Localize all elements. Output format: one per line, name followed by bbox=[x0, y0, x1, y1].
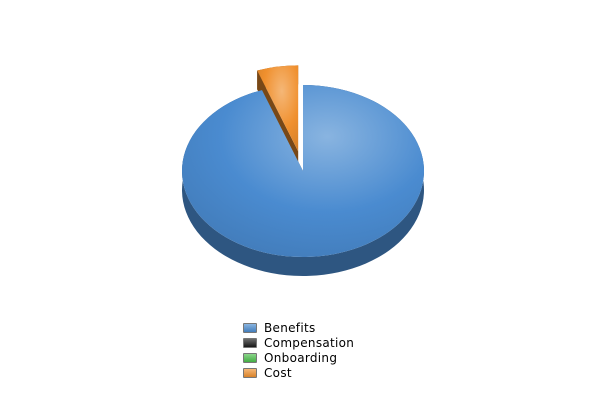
pie-slice-benefits bbox=[181, 85, 424, 257]
legend-item-onboarding: Onboarding bbox=[243, 350, 354, 365]
legend-item-benefits: Benefits bbox=[243, 320, 354, 335]
legend-label-benefits: Benefits bbox=[264, 320, 316, 335]
legend-item-compensation: Compensation bbox=[243, 335, 354, 350]
legend-label-onboarding: Onboarding bbox=[264, 350, 338, 365]
legend-swatch-cost bbox=[243, 367, 257, 378]
pie-chart: Benefits Compensation Onboarding Cost bbox=[0, 0, 600, 400]
legend-item-cost: Cost bbox=[243, 365, 354, 380]
legend-swatch-compensation bbox=[243, 337, 257, 348]
pie-slices bbox=[181, 65, 424, 276]
legend-swatch-onboarding bbox=[243, 352, 257, 363]
chart-legend: Benefits Compensation Onboarding Cost bbox=[243, 320, 354, 380]
legend-label-cost: Cost bbox=[264, 365, 292, 380]
legend-label-compensation: Compensation bbox=[264, 335, 355, 350]
legend-swatch-benefits bbox=[243, 322, 257, 333]
